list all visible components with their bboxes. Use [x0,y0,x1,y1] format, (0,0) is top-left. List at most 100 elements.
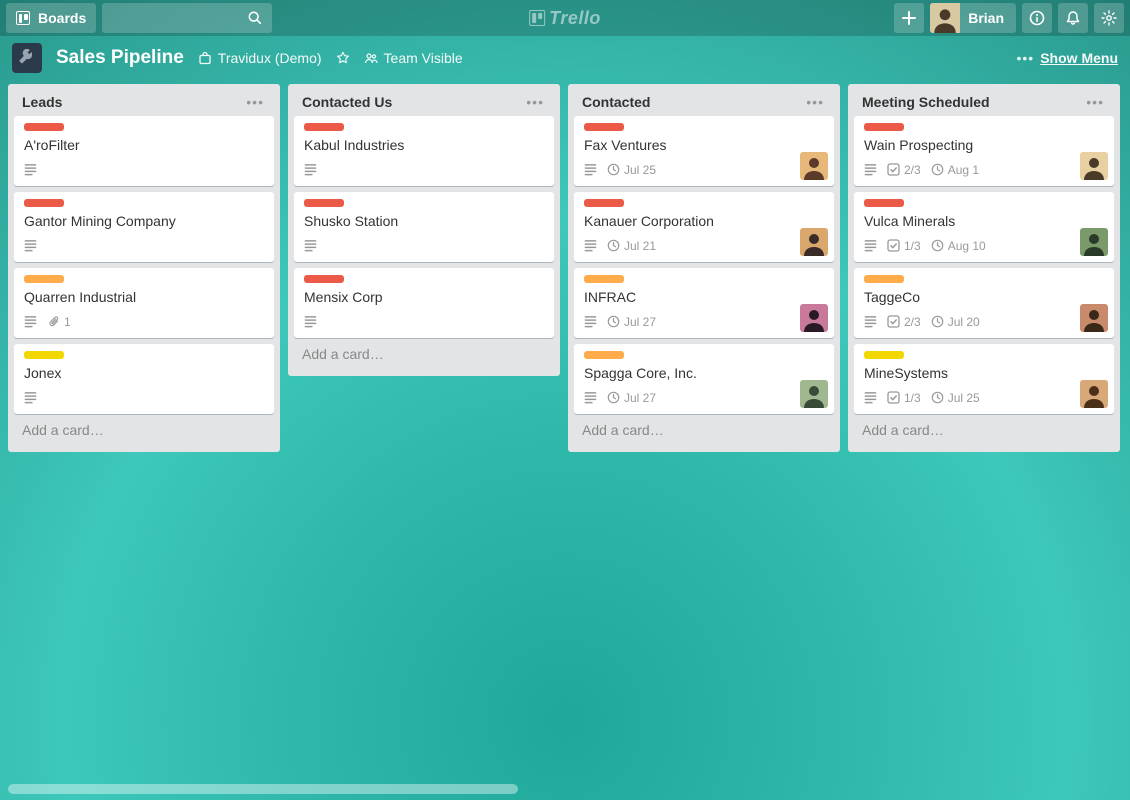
card[interactable]: Gantor Mining Company [14,192,274,262]
card[interactable]: TaggeCo 2/3Jul 20 [854,268,1114,338]
card-badges: 2/3 Jul 20 [864,312,1104,332]
settings-button[interactable] [1094,3,1124,33]
info-button[interactable] [1022,3,1052,33]
card-member[interactable] [800,304,828,332]
card-title: Gantor Mining Company [24,212,264,231]
card[interactable]: Mensix Corp [294,268,554,338]
description-icon [864,391,877,404]
card[interactable]: Kabul Industries [294,116,554,186]
card-title: Spagga Core, Inc. [584,364,824,383]
description-icon [304,315,317,328]
card[interactable]: Spagga Core, Inc. Jul 27 [574,344,834,414]
list-menu-button[interactable]: ••• [522,94,548,110]
create-button[interactable] [894,3,924,33]
card-label [584,351,624,359]
show-menu-button[interactable]: ••• Show Menu [1017,50,1119,66]
board-title[interactable]: Sales Pipeline [56,47,184,69]
card-badges [304,312,544,332]
list-title[interactable]: Meeting Scheduled [862,94,1082,110]
card-member[interactable] [800,380,828,408]
add-card-button[interactable]: Add a card… [14,414,274,446]
card[interactable]: Kanauer Corporation Jul 21 [574,192,834,262]
card-label [24,123,64,131]
card[interactable]: INFRAC Jul 27 [574,268,834,338]
card-member[interactable] [1080,152,1108,180]
list: Leads ••• A'roFilter Gantor Mining Compa… [8,84,280,452]
card-label [584,199,624,207]
add-card-button[interactable]: Add a card… [294,338,554,370]
boards-icon [16,11,30,25]
clock-icon [607,391,620,404]
card-label [864,275,904,283]
clock-icon [931,163,944,176]
org-link[interactable]: Travidux (Demo) [198,50,322,66]
add-card-button[interactable]: Add a card… [854,414,1114,446]
search-icon [248,11,262,25]
ellipsis-icon: ••• [1017,50,1035,66]
list-title[interactable]: Contacted Us [302,94,522,110]
attachment-icon [47,315,60,328]
search-input[interactable] [102,3,272,33]
list: Contacted Us ••• Kabul Industries Shusko… [288,84,560,376]
description-icon [584,391,597,404]
due-date: Jul 27 [624,315,656,329]
list: Contacted ••• Fax Ventures Jul 25 Kanaue… [568,84,840,452]
gear-icon [1101,10,1117,26]
card-badges: 1 [24,312,264,332]
checklist-count: 2/3 [904,315,921,329]
card[interactable]: Fax Ventures Jul 25 [574,116,834,186]
card[interactable]: Wain Prospecting 2/3Aug 1 [854,116,1114,186]
list-menu-button[interactable]: ••• [242,94,268,110]
checklist-icon [887,315,900,328]
card[interactable]: MineSystems 1/3Jul 25 [854,344,1114,414]
boards-label: Boards [38,10,86,26]
card-badges: Jul 25 [584,160,824,180]
description-icon [584,315,597,328]
due-date: Jul 20 [948,315,980,329]
card-label [304,275,344,283]
star-button[interactable] [336,51,350,65]
card[interactable]: A'roFilter [14,116,274,186]
list-title[interactable]: Leads [22,94,242,110]
horizontal-scrollbar[interactable] [8,784,518,794]
card-label [304,199,344,207]
boards-button[interactable]: Boards [6,3,96,33]
list-title[interactable]: Contacted [582,94,802,110]
card-badges [24,160,264,180]
card[interactable]: Quarren Industrial 1 [14,268,274,338]
user-name: Brian [968,10,1004,26]
due-date: Jul 25 [624,163,656,177]
visibility-button[interactable]: Team Visible [364,50,463,66]
card-member[interactable] [800,228,828,256]
card-label [304,123,344,131]
list-menu-button[interactable]: ••• [802,94,828,110]
list-menu-button[interactable]: ••• [1082,94,1108,110]
card-title: Kanauer Corporation [584,212,824,231]
brand-logo[interactable]: Trello [529,8,601,29]
board-icon [12,43,42,73]
description-icon [864,239,877,252]
description-icon [864,163,877,176]
card-title: Fax Ventures [584,136,824,155]
card[interactable]: Jonex [14,344,274,414]
card-member[interactable] [1080,228,1108,256]
card[interactable]: Shusko Station [294,192,554,262]
card-badges: 1/3Aug 10 [864,236,1104,256]
card-label [584,123,624,131]
card-member[interactable] [1080,380,1108,408]
card-member[interactable] [1080,304,1108,332]
card-member[interactable] [800,152,828,180]
card-badges: Jul 27 [584,312,824,332]
plus-icon [901,10,917,26]
checklist-count: 1/3 [904,239,921,253]
avatar [930,3,960,33]
user-menu[interactable]: Brian [930,3,1016,33]
card-title: Kabul Industries [304,136,544,155]
checklist-icon [887,239,900,252]
clock-icon [931,239,944,252]
card[interactable]: Vulca Minerals 1/3Aug 10 [854,192,1114,262]
add-card-button[interactable]: Add a card… [574,414,834,446]
list: Meeting Scheduled ••• Wain Prospecting 2… [848,84,1120,452]
notifications-button[interactable] [1058,3,1088,33]
clock-icon [607,315,620,328]
